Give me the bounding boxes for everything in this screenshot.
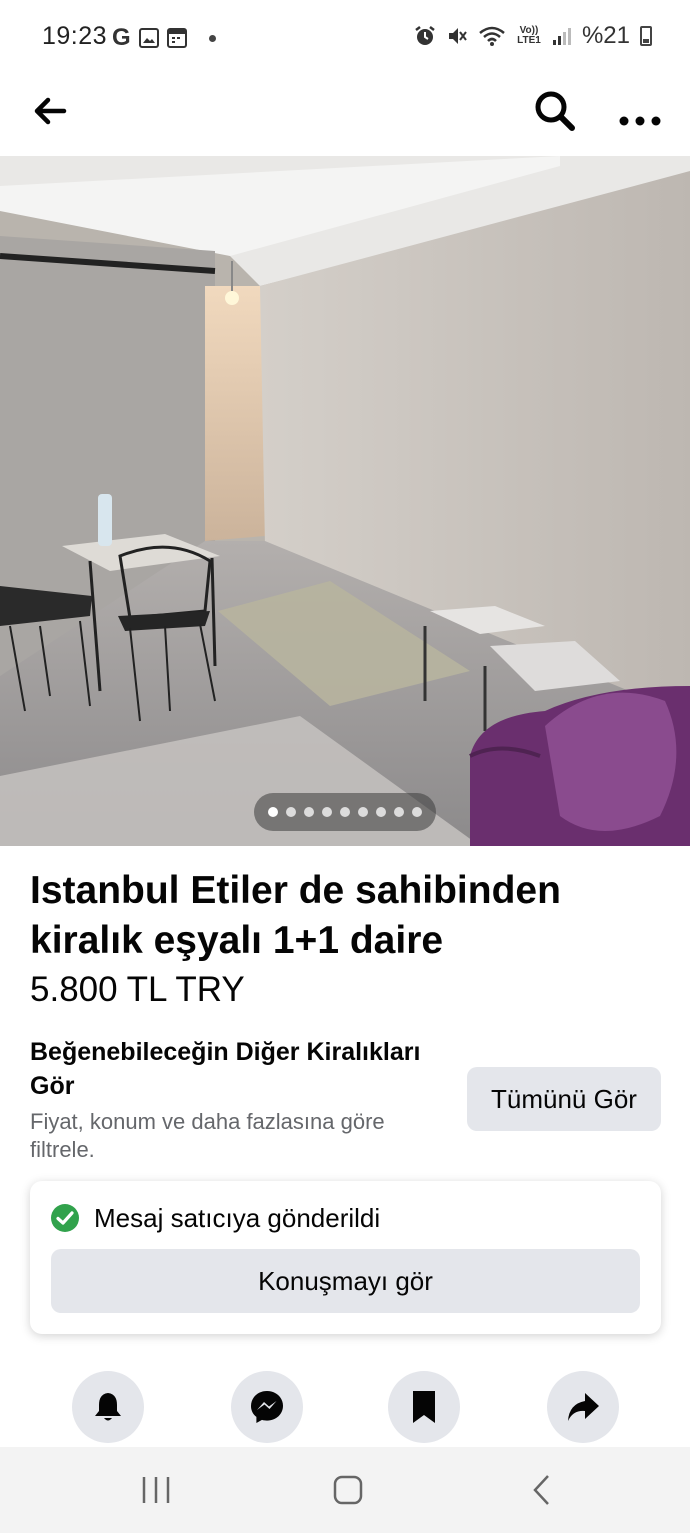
carousel-dot[interactable] [394,807,404,817]
room-photo-illustration [0,156,690,846]
battery-percent: %21 [581,22,630,49]
carousel-dot[interactable] [268,807,278,817]
check-circle-icon [51,1204,79,1232]
carousel-dot[interactable] [412,807,422,817]
save-button[interactable] [388,1371,460,1443]
carousel-indicator[interactable] [254,793,436,831]
listing-title: Istanbul Etiler de sahibinden kiralık eş… [30,869,561,962]
share-button[interactable] [547,1371,619,1443]
system-nav-bar [0,1447,690,1533]
message-sent-card: Mesaj satıcıya gönderildi Konuşmayı gör [30,1181,661,1334]
dot-icon [208,34,216,42]
status-right-icons: Vo)) LTE1 %21 [414,22,652,50]
status-left-icons: G [112,24,216,52]
back-button[interactable] [28,88,74,134]
see-all-button[interactable]: Tümünü Gör [467,1067,661,1131]
status-time: 19:23 [42,22,108,50]
alarm-icon [415,26,435,45]
home-icon [333,1475,363,1505]
search-icon [535,91,575,131]
google-icon: G [112,24,131,51]
wifi-icon [479,26,505,46]
carousel-dot[interactable] [340,807,350,817]
battery-icon [640,26,652,46]
message-sent-text: Mesaj satıcıya gönderildi [94,1203,381,1233]
recent-apps-icon [142,1477,170,1503]
listing-photo[interactable] [0,156,690,846]
carousel-dot[interactable] [376,807,386,817]
home-button[interactable] [328,1473,368,1507]
more-horizontal-icon [619,116,661,126]
more-button[interactable] [614,88,666,134]
volte-icon: Vo)) LTE1 [517,25,541,46]
app-header [0,76,690,156]
status-bar: 19:23 G Vo)) LTE1 %21 [0,0,690,76]
arrow-left-icon [34,97,67,125]
signal-icon [552,28,571,45]
share-icon [568,1393,599,1421]
bell-icon [95,1393,121,1421]
search-button[interactable] [530,86,580,136]
carousel-dot[interactable] [322,807,332,817]
listing-price: 5.800 TL TRY [30,970,245,1009]
similar-listings-heading: Beğenebileceğin Diğer Kiralıkları Gör [30,1038,421,1100]
view-conversation-button[interactable]: Konuşmayı gör [51,1249,640,1313]
gallery-icon [138,28,159,48]
mute-icon [448,28,467,44]
bookmark-icon [413,1391,435,1423]
calendar-icon [166,28,187,48]
carousel-dot[interactable] [286,807,296,817]
carousel-dot[interactable] [304,807,314,817]
recent-apps-button[interactable] [136,1473,176,1507]
carousel-dot[interactable] [358,807,368,817]
back-icon [533,1475,549,1505]
similar-listings-subtext: Fiyat, konum ve daha fazlasına göre filt… [30,1109,385,1162]
messenger-icon [251,1391,283,1423]
messenger-button[interactable] [231,1371,303,1443]
notify-button[interactable] [72,1371,144,1443]
nav-back-button[interactable] [522,1473,562,1507]
